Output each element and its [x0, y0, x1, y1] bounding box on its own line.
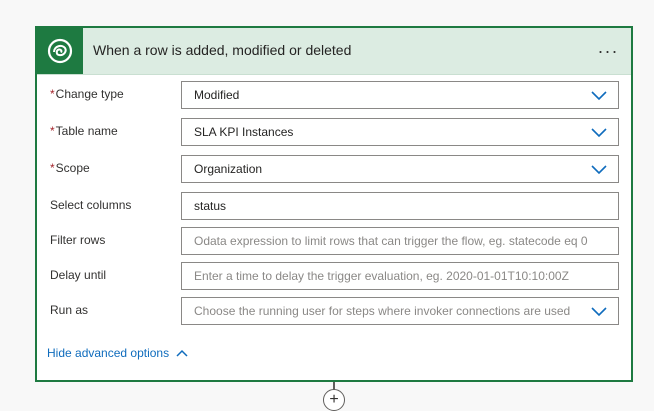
filter-rows-label: Filter rows [50, 233, 106, 247]
table-name-value: SLA KPI Instances [194, 125, 294, 139]
scope-label: *Scope [50, 161, 90, 175]
change-type-label: *Change type [50, 87, 124, 101]
scope-dropdown[interactable]: Organization [181, 155, 619, 183]
run-as-dropdown[interactable]: Choose the running user for steps where … [181, 297, 619, 325]
select-columns-input[interactable]: status [181, 192, 619, 220]
trigger-header[interactable]: When a row is added, modified or deleted… [37, 28, 631, 75]
chevron-down-icon [591, 307, 607, 317]
filter-rows-input[interactable]: Odata expression to limit rows that can … [181, 227, 619, 255]
chevron-down-icon [591, 91, 607, 101]
dataverse-icon [37, 28, 83, 74]
more-options-button[interactable]: ... [598, 38, 619, 56]
table-name-row: *Table name SLA KPI Instances [37, 118, 631, 148]
filter-rows-row: Filter rows Odata expression to limit ro… [37, 227, 631, 257]
chevron-down-icon [591, 165, 607, 175]
change-type-row: *Change type Modified [37, 81, 631, 111]
hide-advanced-options-link[interactable]: Hide advanced options [47, 346, 189, 360]
chevron-down-icon [591, 128, 607, 138]
table-name-label: *Table name [50, 124, 118, 138]
select-columns-value: status [194, 199, 227, 213]
plus-icon: + [329, 391, 339, 408]
run-as-label: Run as [50, 303, 89, 317]
select-columns-label: Select columns [50, 198, 132, 212]
chevron-up-icon [176, 349, 188, 357]
trigger-title: When a row is added, modified or deleted [93, 42, 352, 58]
delay-until-input[interactable]: Enter a time to delay the trigger evalua… [181, 262, 619, 290]
filter-rows-placeholder: Odata expression to limit rows that can … [194, 234, 588, 248]
delay-until-label: Delay until [50, 268, 107, 282]
scope-value: Organization [194, 162, 263, 176]
hide-advanced-options-label: Hide advanced options [47, 346, 170, 360]
table-name-dropdown[interactable]: SLA KPI Instances [181, 118, 619, 146]
run-as-row: Run as Choose the running user for steps… [37, 297, 631, 327]
scope-row: *Scope Organization [37, 155, 631, 185]
delay-until-row: Delay until Enter a time to delay the tr… [37, 262, 631, 292]
change-type-dropdown[interactable]: Modified [181, 81, 619, 109]
run-as-placeholder: Choose the running user for steps where … [194, 304, 571, 318]
delay-until-placeholder: Enter a time to delay the trigger evalua… [194, 269, 569, 283]
select-columns-row: Select columns status [37, 192, 631, 222]
change-type-value: Modified [194, 88, 240, 102]
trigger-card: When a row is added, modified or deleted… [35, 26, 633, 382]
add-step-button[interactable]: + [323, 389, 345, 411]
